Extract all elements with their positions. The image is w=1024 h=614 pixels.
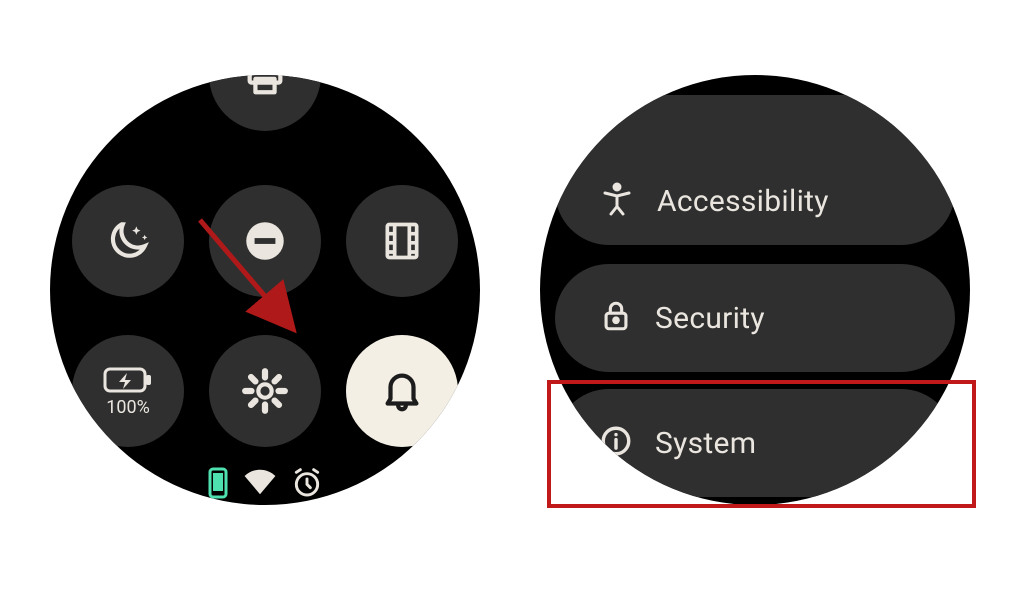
tile-bedtime[interactable] — [72, 185, 184, 297]
settings-item-system[interactable]: System — [555, 389, 955, 497]
tile-do-not-disturb[interactable] — [209, 185, 321, 297]
tile-battery[interactable]: 100% — [72, 335, 184, 447]
settings-item-label: System — [655, 426, 756, 461]
tile-theater-mode[interactable] — [346, 185, 458, 297]
theater-icon — [380, 219, 424, 263]
wifi-icon — [243, 469, 277, 497]
tile-top-partial[interactable] — [209, 75, 321, 131]
battery-icon — [103, 365, 153, 395]
watch-face-settings-list: Accessibility Security System — [540, 75, 970, 505]
printer-icon — [242, 75, 288, 98]
do-not-disturb-icon — [240, 216, 290, 266]
status-icons-row — [50, 467, 480, 499]
battery-percent-label: 100% — [106, 397, 150, 418]
lock-icon — [599, 299, 633, 337]
settings-icon — [240, 366, 290, 416]
info-icon — [599, 424, 633, 462]
bedtime-icon — [103, 216, 153, 266]
accessibility-icon — [599, 181, 635, 221]
phone-connected-icon — [207, 467, 229, 499]
alarm-icon — [291, 467, 323, 499]
settings-item-accessibility[interactable]: Accessibility — [555, 95, 955, 245]
tile-notifications[interactable] — [346, 335, 458, 447]
settings-item-label: Accessibility — [657, 184, 829, 219]
watch-face-quick-settings: 100% — [50, 75, 480, 505]
settings-item-label: Security — [655, 301, 765, 336]
settings-item-security[interactable]: Security — [555, 264, 955, 372]
notifications-icon — [379, 368, 425, 414]
tile-settings[interactable] — [209, 335, 321, 447]
